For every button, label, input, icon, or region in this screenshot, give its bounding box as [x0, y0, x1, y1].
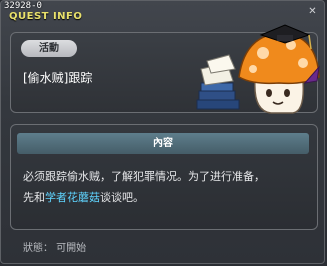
window-title: QUEST INFO — [9, 11, 83, 22]
quest-header-panel: 活動 [偷水贼]跟踪 — [10, 24, 320, 114]
quest-content-panel: 內容 必须跟踪偷水贼，了解犯罪情况。为了进行准备， 先和学者花蘑菇谈谈吧。 — [10, 124, 318, 230]
category-badge: 活動 — [21, 40, 77, 57]
description-line-2: 先和学者花蘑菇谈谈吧。 — [23, 187, 313, 208]
quest-description: 必须跟踪偷水贼，了解犯罪情况。为了进行准备， 先和学者花蘑菇谈谈吧。 — [23, 166, 313, 208]
quest-name: [偷水贼]跟踪 — [23, 71, 93, 85]
description-suffix: 谈谈吧。 — [100, 191, 144, 204]
quest-id: 32928-0 — [4, 1, 42, 11]
mushroom-scholar-illustration — [196, 24, 320, 114]
description-prefix: 先和 — [23, 191, 45, 204]
npc-name-link[interactable]: 学者花蘑菇 — [45, 191, 100, 204]
description-line-1: 必须跟踪偷水贼，了解犯罪情况。为了进行准备， — [23, 170, 265, 183]
quest-status: 狀態： 可開始 — [23, 243, 87, 254]
close-icon[interactable]: ✕ — [307, 6, 318, 17]
content-section-title: 內容 — [17, 133, 309, 154]
quest-info-window: 32928-0 QUEST INFO ✕ 活動 [偷水贼]跟踪 內容 必须跟踪偷… — [0, 0, 325, 264]
